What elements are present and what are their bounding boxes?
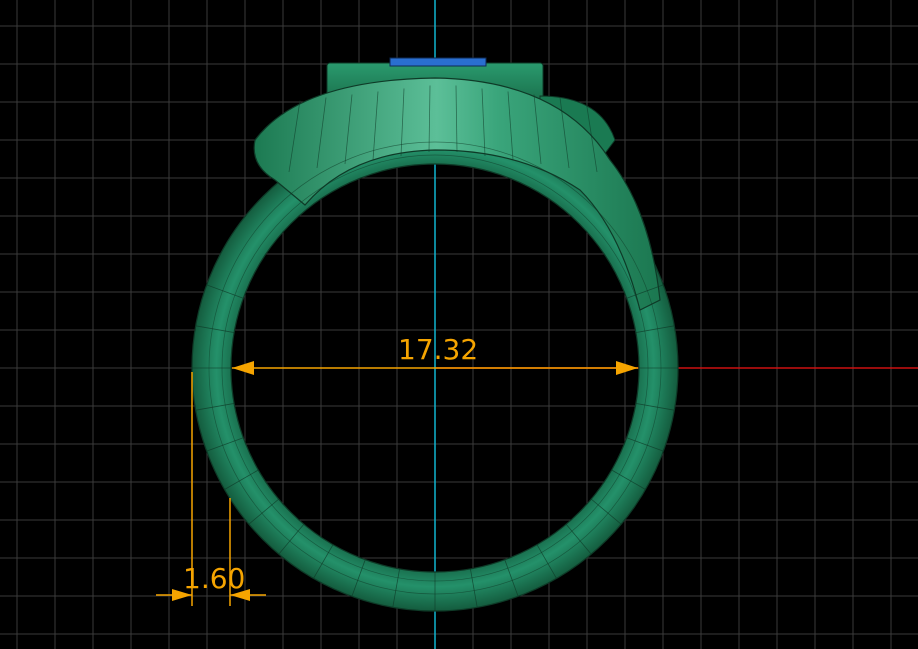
ring-top-shank: [253, 77, 661, 311]
gem-stone: [389, 57, 487, 67]
thickness-value-label: 1.60: [183, 562, 246, 595]
diameter-value-label: 17.32: [398, 333, 479, 366]
cad-viewport[interactable]: 17.32 1.60: [0, 0, 918, 649]
cad-scene[interactable]: [0, 0, 918, 649]
diameter-arrow-left: [232, 361, 254, 375]
diameter-arrow-right: [616, 361, 638, 375]
